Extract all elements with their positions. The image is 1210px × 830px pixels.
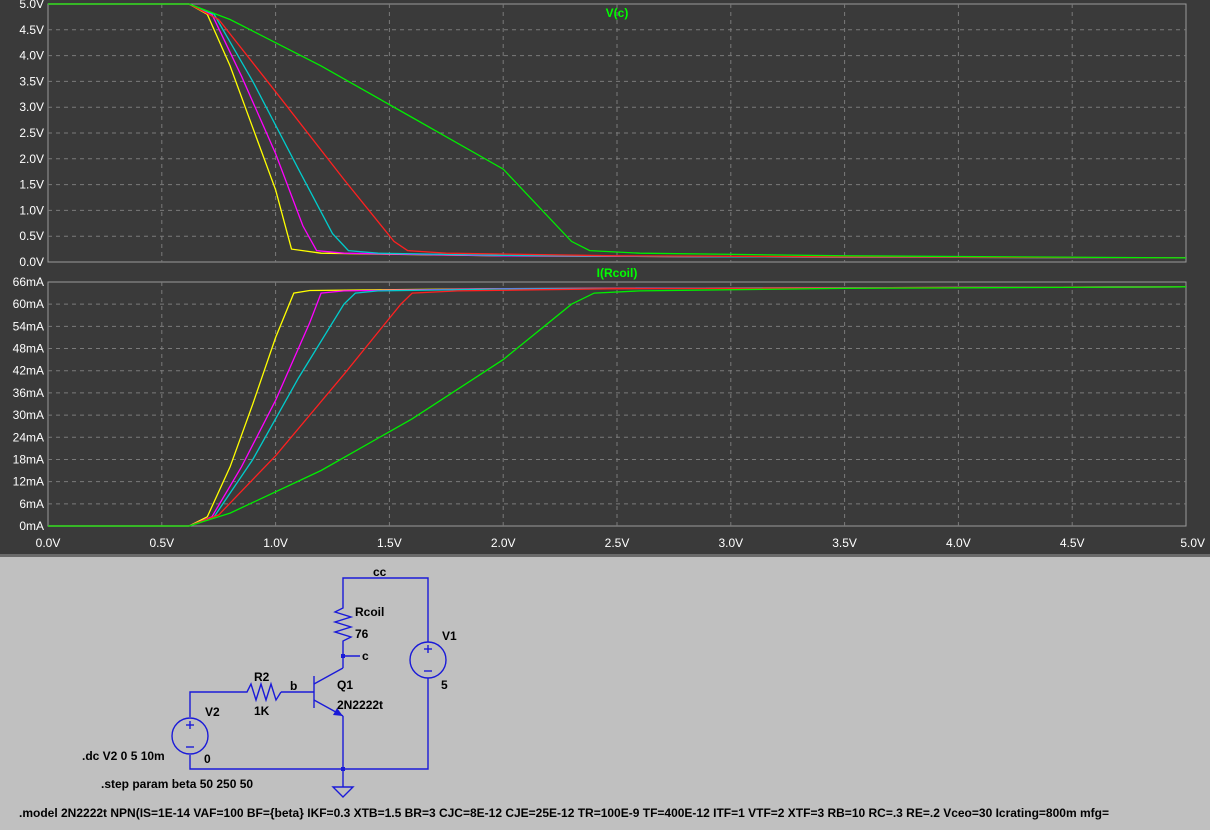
x-tick-label: 4.0V — [946, 536, 971, 550]
top-y-tick-label: 4.5V — [19, 23, 44, 37]
top-y-tick-label: 2.5V — [19, 126, 44, 140]
r2-resistor[interactable] — [243, 681, 282, 703]
ground-symbol[interactable] — [331, 786, 355, 798]
bottom-y-tick-label: 42mA — [13, 364, 44, 378]
top-plot-y-ticks: 0.0V 0.5V 1.0V 1.5V 2.0V 2.5V 3.0V 3.5V 4.0V 4.5V… — [19, 0, 44, 269]
x-tick-label: 4.5V — [1060, 536, 1085, 550]
schematic-canvas[interactable]: Rcoil 76 cc c V1 5 R2 1K b Q1 2N2222t V2… — [0, 554, 1210, 830]
top-y-tick-label: 5.0V — [19, 0, 44, 11]
top-y-tick-label: 1.0V — [19, 203, 44, 217]
top-y-tick-label: 4.0V — [19, 49, 44, 63]
bottom-y-tick-label: 24mA — [13, 430, 44, 444]
top-plot-title[interactable]: V(c) — [606, 6, 629, 20]
top-y-tick-label: 3.0V — [19, 100, 44, 114]
r2-value-label[interactable]: 1K — [254, 704, 270, 718]
wire-v2-ground[interactable] — [189, 755, 343, 770]
top-y-tick-label: 2.0V — [19, 152, 44, 166]
model-directive[interactable]: .model 2N2222t NPN(IS=1E-14 VAF=100 BF={… — [19, 806, 1109, 820]
junction-ground — [341, 767, 345, 771]
x-axis-ticks: 0.0V 0.5V 1.0V 1.5V 2.0V 2.5V 3.0V 3.5V 4.0V 4.5V… — [36, 536, 1205, 550]
bottom-y-tick-label: 60mA — [13, 297, 44, 311]
bottom-y-tick-label: 36mA — [13, 386, 44, 400]
waveform-viewer[interactable]: 0.0V 0.5V 1.0V 1.5V 2.0V 2.5V 3.0V 3.5V 4.0V 4.5V… — [0, 0, 1210, 554]
junction-c — [341, 654, 345, 658]
net-label-cc[interactable]: cc — [373, 565, 387, 579]
wire-v1-ground[interactable] — [343, 678, 429, 770]
step-directive[interactable]: .step param beta 50 250 50 — [101, 777, 253, 791]
bottom-y-tick-label: 12mA — [13, 475, 44, 489]
q1-model-label[interactable]: 2N2222t — [337, 698, 383, 712]
q1-name-label[interactable]: Q1 — [337, 678, 353, 692]
x-tick-label: 1.0V — [263, 536, 288, 550]
x-tick-label: 5.0V — [1180, 536, 1205, 550]
bottom-y-tick-label: 48mA — [13, 342, 44, 356]
x-tick-label: 2.5V — [605, 536, 630, 550]
x-tick-label: 0.5V — [149, 536, 174, 550]
rcoil-value-label[interactable]: 76 — [355, 627, 369, 641]
wires[interactable] — [189, 577, 429, 787]
top-y-tick-label: 1.5V — [19, 178, 44, 192]
bottom-y-tick-label: 54mA — [13, 319, 44, 333]
schematic-editor[interactable]: Rcoil 76 cc c V1 5 R2 1K b Q1 2N2222t V2… — [0, 554, 1210, 830]
bottom-plot-y-ticks: 0mA 6mA 12mA 18mA 24mA 30mA 36mA 42mA 48mA 54mA 60… — [13, 275, 44, 533]
v2-value-label[interactable]: 0 — [204, 752, 211, 766]
v1-voltage-source[interactable] — [409, 641, 447, 679]
x-tick-label: 2.0V — [491, 536, 516, 550]
bottom-y-tick-label: 0mA — [19, 519, 44, 533]
dc-directive[interactable]: .dc V2 0 5 10m — [82, 749, 165, 763]
x-tick-label: 1.5V — [377, 536, 402, 550]
bottom-y-tick-label: 66mA — [13, 275, 44, 289]
v1-value-label[interactable]: 5 — [441, 678, 448, 692]
net-label-c[interactable]: c — [362, 649, 369, 663]
top-y-tick-label: 3.5V — [19, 74, 44, 88]
r2-name-label[interactable]: R2 — [254, 670, 270, 684]
top-y-tick-label: 0.5V — [19, 229, 44, 243]
rcoil-name-label[interactable]: Rcoil — [355, 605, 384, 619]
bottom-plot-title[interactable]: I(Rcoil) — [597, 266, 638, 280]
v1-name-label[interactable]: V1 — [442, 629, 457, 643]
rcoil-resistor[interactable] — [332, 604, 354, 645]
x-tick-label: 3.0V — [718, 536, 743, 550]
bottom-y-tick-label: 6mA — [19, 497, 44, 511]
bottom-y-tick-label: 30mA — [13, 408, 44, 422]
x-tick-label: 0.0V — [36, 536, 61, 550]
v2-voltage-source[interactable] — [171, 717, 209, 755]
bottom-y-tick-label: 18mA — [13, 452, 44, 466]
v2-name-label[interactable]: V2 — [205, 705, 220, 719]
waveform-plots[interactable]: 0.0V 0.5V 1.0V 1.5V 2.0V 2.5V 3.0V 3.5V 4.0V 4.5V… — [0, 0, 1210, 554]
x-tick-label: 3.5V — [832, 536, 857, 550]
top-y-tick-label: 0.0V — [19, 255, 44, 269]
net-label-b[interactable]: b — [290, 679, 297, 693]
